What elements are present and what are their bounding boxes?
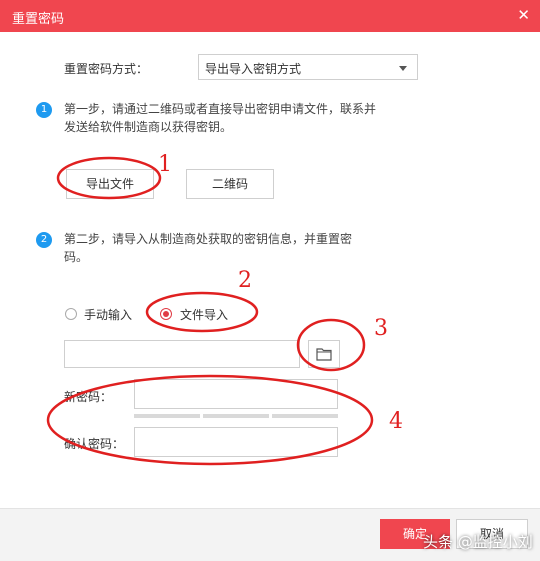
file-import-label: 文件导入 [180, 308, 229, 322]
file-path-input[interactable] [64, 340, 300, 368]
confirm-password-label: 确认密码： [64, 437, 125, 451]
confirm-password-field[interactable] [134, 427, 338, 457]
annotation-label-4: 4 [389, 409, 403, 434]
title-bar: 重置密码 ✕ [0, 0, 540, 32]
export-file-button[interactable]: 导出文件 [66, 169, 154, 199]
reset-method-select[interactable]: 导出导入密钥方式 [198, 54, 418, 80]
strength-bar-strong [272, 414, 338, 418]
step1-badge: 1 [36, 102, 52, 118]
strength-bar-medium [203, 414, 269, 418]
qr-code-button[interactable]: 二维码 [186, 169, 274, 199]
folder-icon [316, 348, 332, 361]
new-password-field[interactable] [134, 379, 338, 409]
step1-text: 第一步，请通过二维码或者直接导出密钥申请文件，联系并发送给软件制造商以获得密钥。 [64, 102, 377, 134]
browse-button[interactable] [308, 340, 340, 368]
step2-badge: 2 [36, 232, 52, 248]
annotation-label-3: 3 [374, 316, 388, 341]
reset-method-label: 重置密码方式： [64, 62, 149, 76]
step2-text: 第二步，请导入从制造商处获取的密钥信息，并重置密码。 [64, 232, 353, 264]
manual-input-label: 手动输入 [84, 308, 133, 322]
reset-method-value: 导出导入密钥方式 [205, 62, 302, 76]
close-icon[interactable]: ✕ [517, 6, 530, 24]
manual-input-radio[interactable] [65, 308, 77, 320]
strength-bar-weak [134, 414, 200, 418]
new-password-label: 新密码： [64, 390, 113, 404]
annotation-label-1: 1 [158, 152, 172, 177]
watermark: 头条 @监控小刘 [423, 533, 533, 551]
file-import-radio[interactable] [160, 308, 172, 320]
annotation-overlay [46, 156, 374, 466]
annotation-label-2: 2 [238, 268, 252, 293]
dialog-title: 重置密码 [12, 12, 65, 27]
chevron-down-icon [399, 66, 407, 71]
